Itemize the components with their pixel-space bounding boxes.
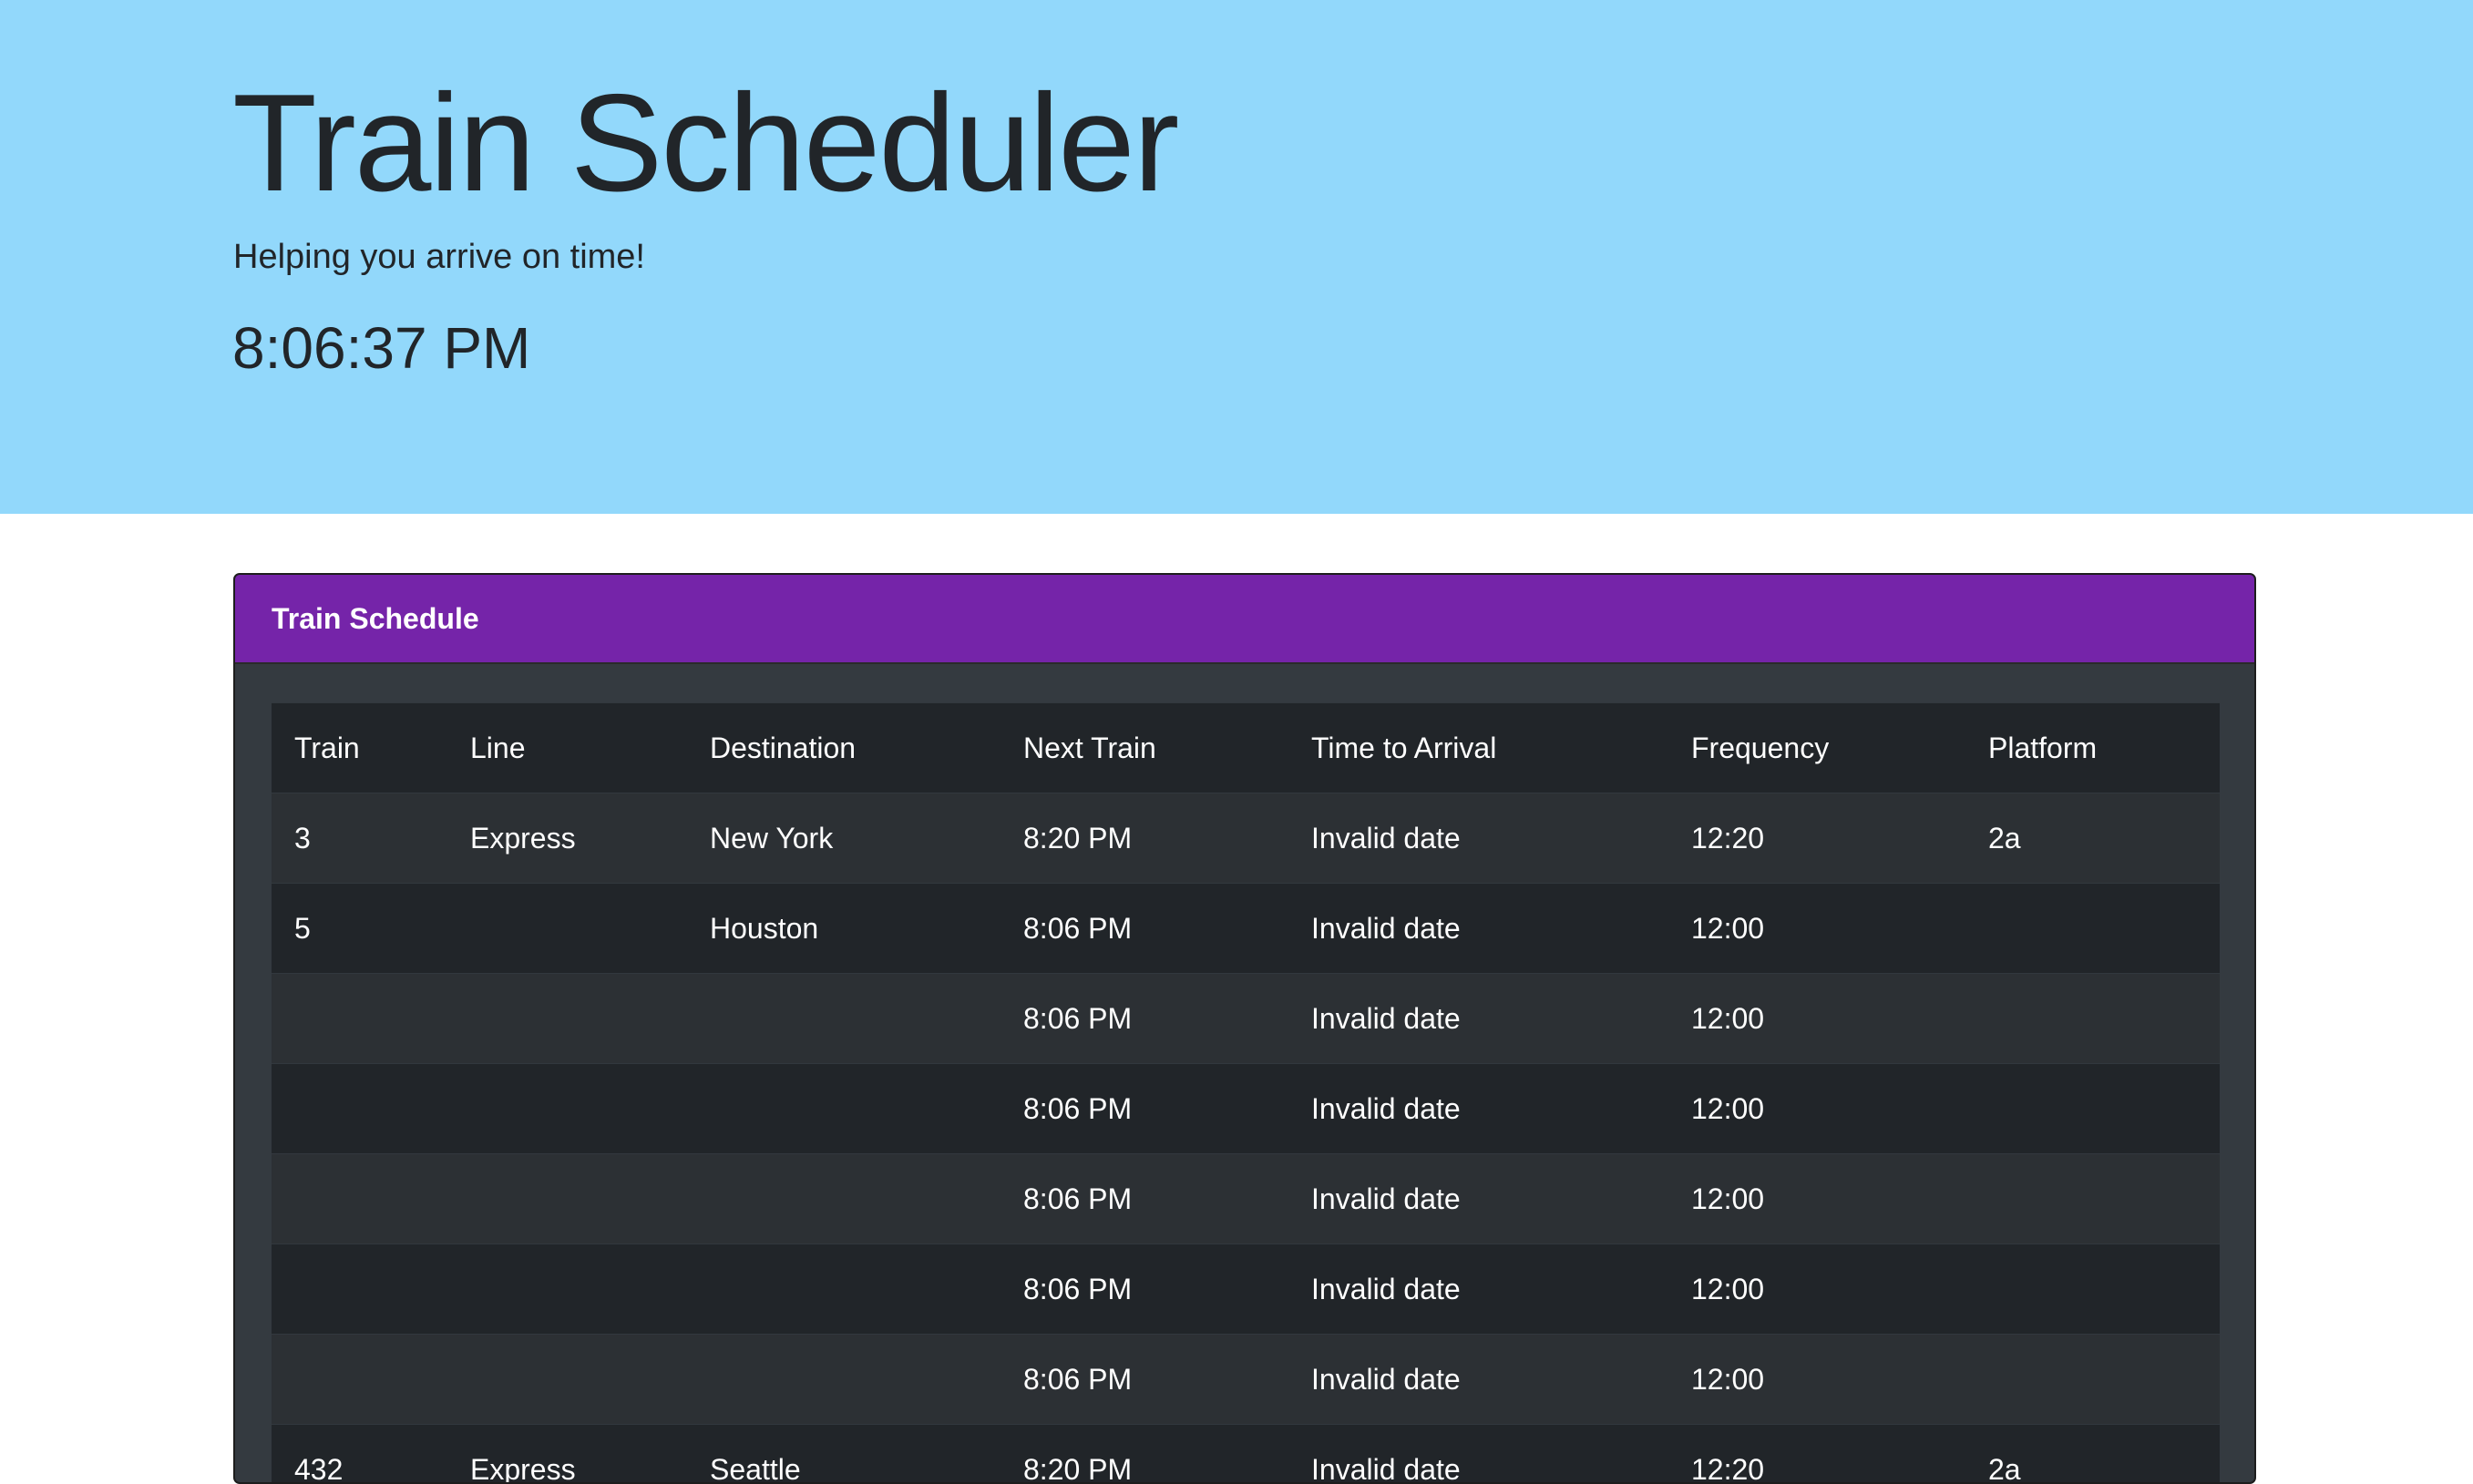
cell-line [447,1064,687,1154]
cell-time-to-arrival: Invalid date [1288,974,1668,1064]
header-jumbotron: Train Scheduler Helping you arrive on ti… [0,0,2473,514]
cell-train: 432 [272,1425,447,1484]
cell-platform: 2a [1965,793,2220,884]
table-header-row: Train Line Destination Next Train Time t… [272,703,2220,793]
cell-train [272,1335,447,1425]
cell-frequency: 12:00 [1668,884,1965,974]
table-row: 432 Express Seattle 8:20 PM Invalid date… [272,1425,2220,1484]
cell-line [447,1154,687,1244]
cell-platform [1965,1335,2220,1425]
cell-frequency: 12:20 [1668,793,1965,884]
cell-platform [1965,884,2220,974]
table-row: 3 Express New York 8:20 PM Invalid date … [272,793,2220,884]
schedule-table: Train Line Destination Next Train Time t… [272,702,2220,1484]
cell-time-to-arrival: Invalid date [1288,1154,1668,1244]
current-time: 8:06:37 PM [232,310,530,386]
cell-next-train: 8:06 PM [1000,974,1288,1064]
cell-next-train: 8:20 PM [1000,793,1288,884]
cell-train [272,1064,447,1154]
cell-time-to-arrival: Invalid date [1288,1064,1668,1154]
cell-frequency: 12:00 [1668,1154,1965,1244]
cell-frequency: 12:20 [1668,1425,1965,1484]
cell-line: Express [447,793,687,884]
cell-time-to-arrival: Invalid date [1288,1335,1668,1425]
cell-train: 5 [272,884,447,974]
cell-destination [687,974,1000,1064]
cell-train [272,1244,447,1335]
cell-destination [687,1064,1000,1154]
cell-destination: Seattle [687,1425,1000,1484]
schedule-title: Train Schedule [272,600,479,637]
cell-train [272,1154,447,1244]
cell-platform [1965,1064,2220,1154]
cell-platform [1965,1154,2220,1244]
cell-destination [687,1154,1000,1244]
column-header-next-train: Next Train [1000,703,1288,793]
table-row: 8:06 PM Invalid date 12:00 [272,1154,2220,1244]
cell-platform [1965,974,2220,1064]
cell-next-train: 8:06 PM [1000,1154,1288,1244]
cell-time-to-arrival: Invalid date [1288,1244,1668,1335]
cell-next-train: 8:06 PM [1000,884,1288,974]
tagline: Helping you arrive on time! [233,233,645,281]
cell-platform: 2a [1965,1425,2220,1484]
cell-train: 3 [272,793,447,884]
column-header-destination: Destination [687,703,1000,793]
cell-destination: Houston [687,884,1000,974]
cell-train [272,974,447,1064]
schedule-card-header: Train Schedule [235,575,2254,664]
cell-time-to-arrival: Invalid date [1288,884,1668,974]
schedule-card-body: Train Line Destination Next Train Time t… [272,702,2220,1484]
column-header-line: Line [447,703,687,793]
cell-next-train: 8:06 PM [1000,1244,1288,1335]
cell-line [447,974,687,1064]
schedule-card: Train Schedule Train Line Destination Ne… [233,573,2256,1484]
cell-destination [687,1335,1000,1425]
table-row: 8:06 PM Invalid date 12:00 [272,1244,2220,1335]
cell-time-to-arrival: Invalid date [1288,1425,1668,1484]
column-header-frequency: Frequency [1668,703,1965,793]
page-title: Train Scheduler [232,66,1177,220]
table-row: 5 Houston 8:06 PM Invalid date 12:00 [272,884,2220,974]
cell-line [447,1244,687,1335]
table-row: 8:06 PM Invalid date 12:00 [272,1335,2220,1425]
cell-destination: New York [687,793,1000,884]
cell-frequency: 12:00 [1668,1064,1965,1154]
column-header-platform: Platform [1965,703,2220,793]
cell-line: Express [447,1425,687,1484]
table-row: 8:06 PM Invalid date 12:00 [272,1064,2220,1154]
cell-next-train: 8:20 PM [1000,1425,1288,1484]
cell-time-to-arrival: Invalid date [1288,793,1668,884]
cell-line [447,884,687,974]
column-header-train: Train [272,703,447,793]
cell-frequency: 12:00 [1668,1335,1965,1425]
cell-next-train: 8:06 PM [1000,1335,1288,1425]
cell-destination [687,1244,1000,1335]
cell-line [447,1335,687,1425]
column-header-time-to-arrival: Time to Arrival [1288,703,1668,793]
table-row: 8:06 PM Invalid date 12:00 [272,974,2220,1064]
cell-next-train: 8:06 PM [1000,1064,1288,1154]
cell-platform [1965,1244,2220,1335]
cell-frequency: 12:00 [1668,1244,1965,1335]
cell-frequency: 12:00 [1668,974,1965,1064]
